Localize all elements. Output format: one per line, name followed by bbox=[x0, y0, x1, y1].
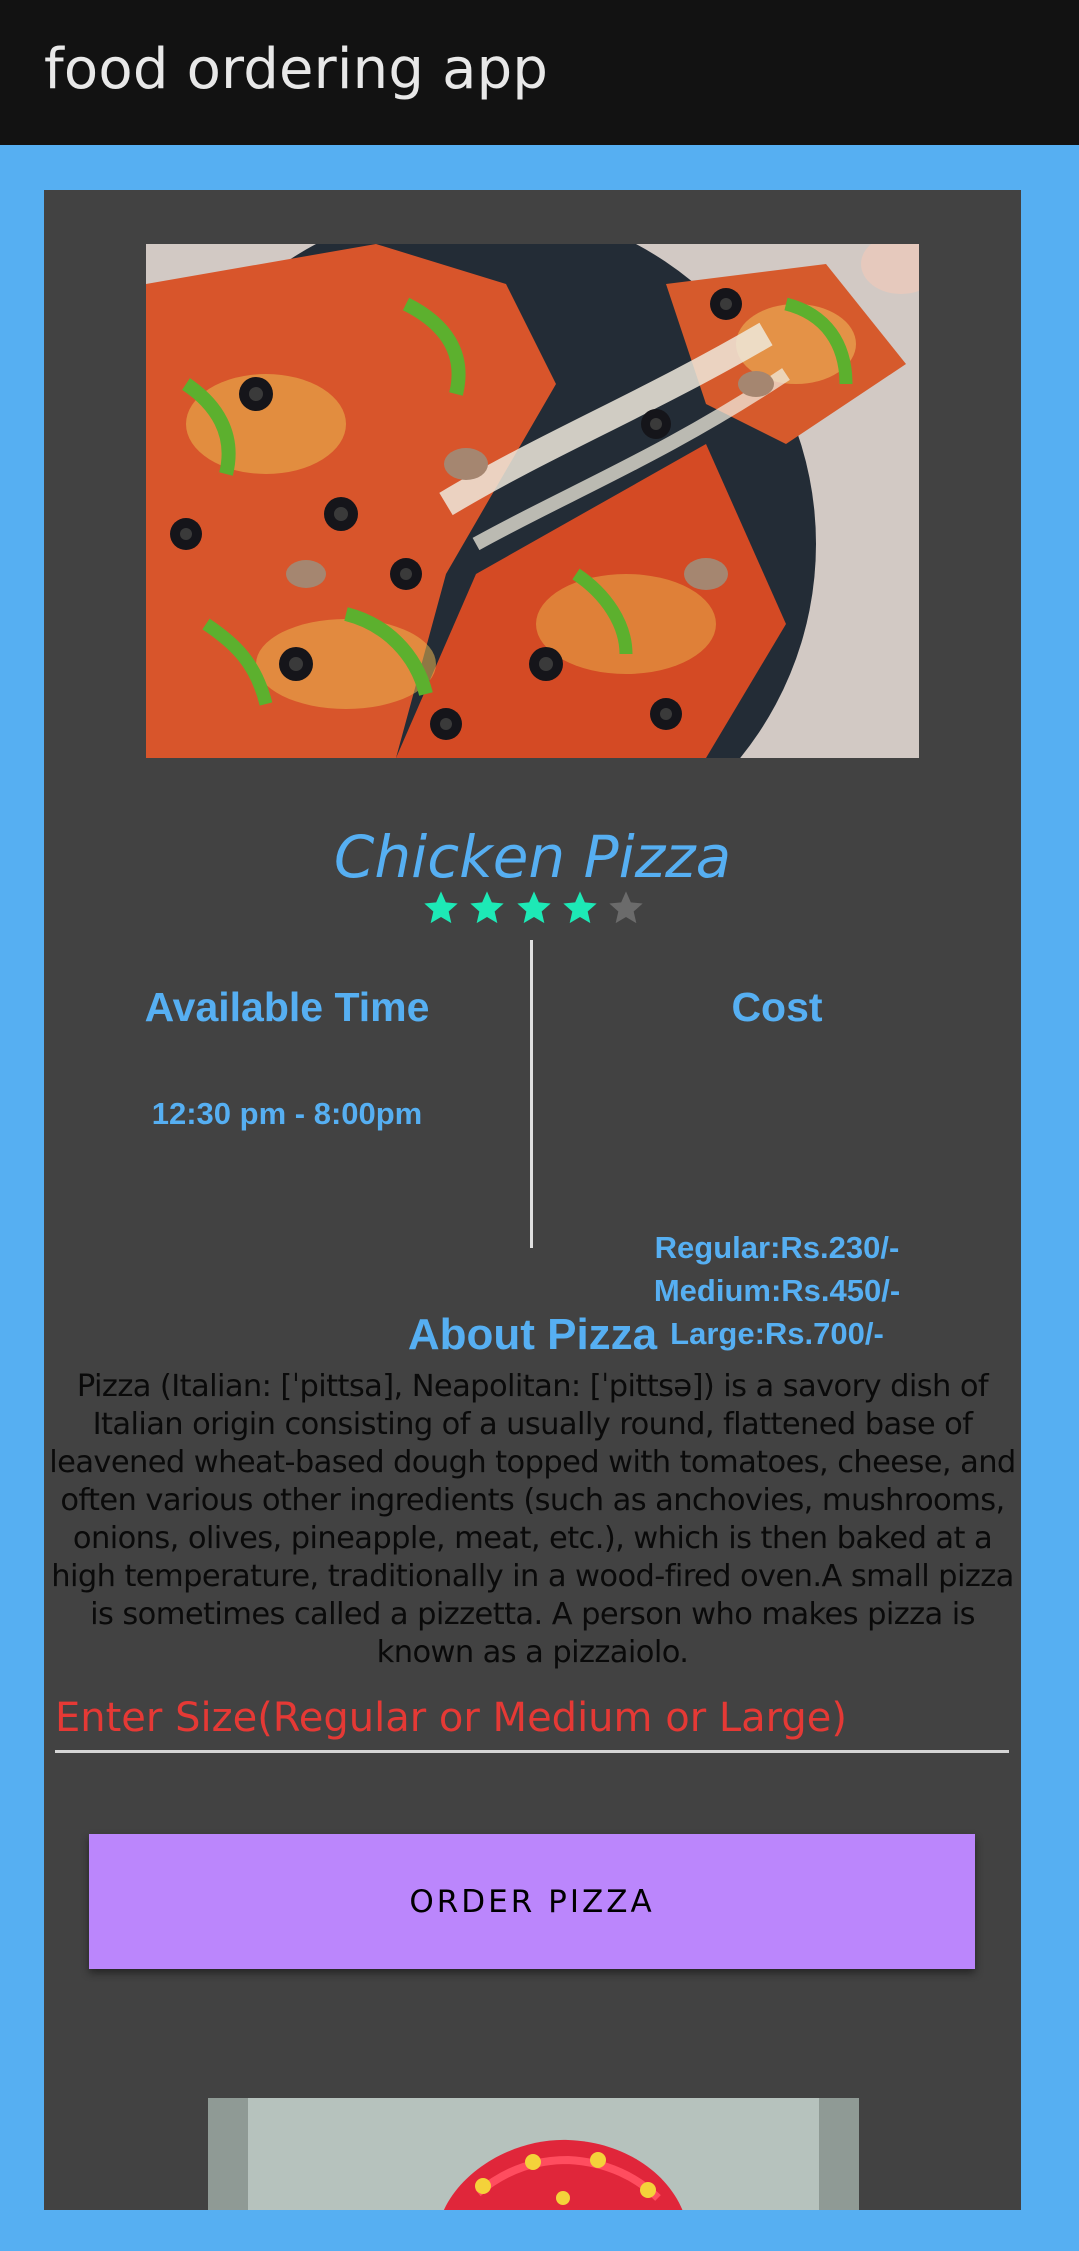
about-text: Pizza (Italian: [ˈpittsa], Neapolitan: [… bbox=[49, 1369, 1016, 1670]
star-filled-icon bbox=[516, 891, 551, 924]
cake-image bbox=[208, 2098, 859, 2210]
food-name: Chicken Pizza bbox=[333, 823, 732, 891]
available-time-heading: Available Time bbox=[144, 984, 430, 1030]
available-time-value: 12:30 pm - 8:00pm bbox=[151, 1096, 423, 1131]
size-input[interactable] bbox=[55, 1686, 1009, 1753]
app-bar: food ordering app bbox=[0, 0, 1079, 145]
pizza-image bbox=[146, 244, 919, 758]
order-pizza-button[interactable]: ORDER PIZZA bbox=[89, 1834, 975, 1969]
cost-regular: Regular:Rs.230/- bbox=[654, 1230, 900, 1265]
about-heading: About Pizza bbox=[407, 1310, 658, 1359]
app-title: food ordering app bbox=[44, 37, 549, 102]
star-filled-icon bbox=[424, 891, 458, 924]
star-filled-icon bbox=[563, 891, 597, 924]
cost-heading: Cost bbox=[731, 984, 823, 1030]
cost-medium: Medium:Rs.450/- bbox=[653, 1273, 901, 1308]
star-filled-icon bbox=[470, 891, 504, 924]
rating-bar[interactable] bbox=[421, 888, 646, 932]
food-item-card: Chicken Pizza Available Time 12:30 pm - … bbox=[44, 190, 1021, 2210]
star-empty-icon bbox=[609, 891, 643, 924]
